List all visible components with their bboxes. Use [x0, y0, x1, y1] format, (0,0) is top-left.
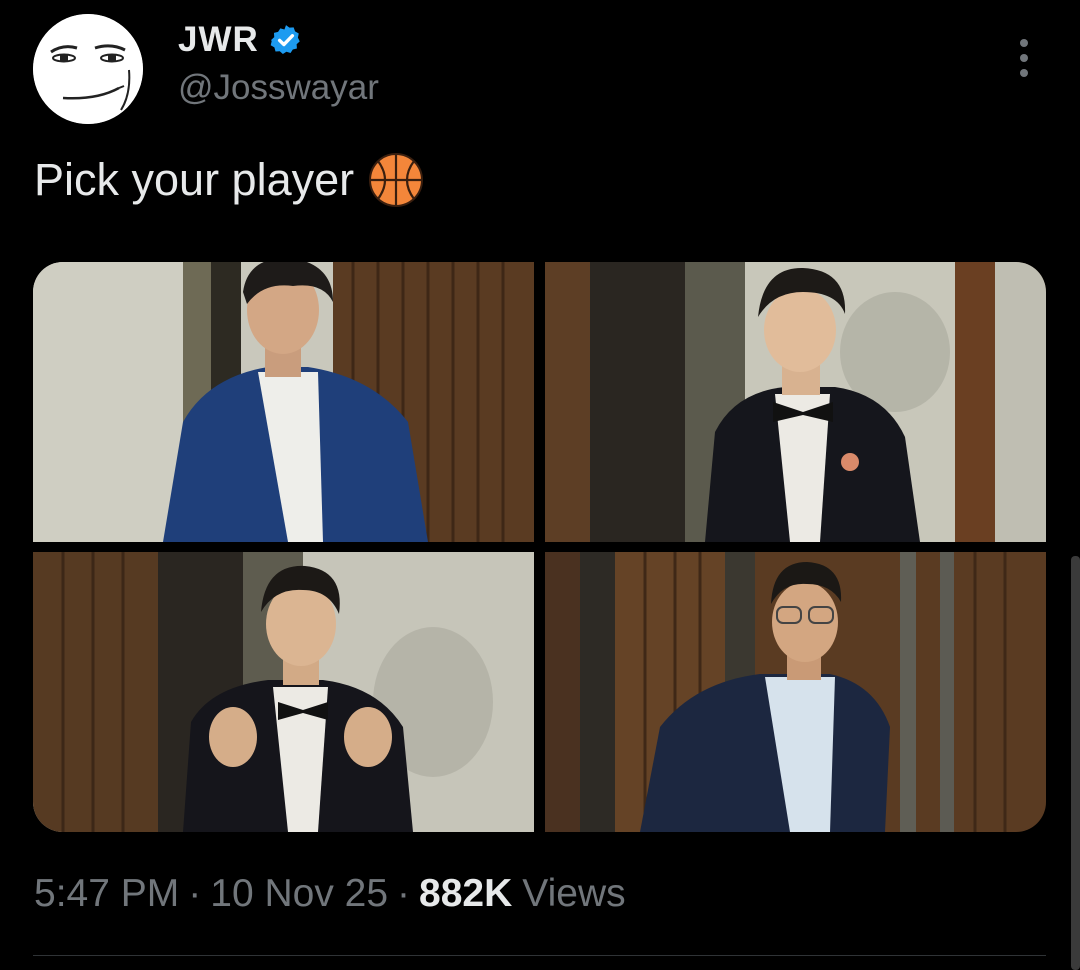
more-dot [1020, 39, 1028, 47]
tweet-body: Pick your player [34, 154, 355, 205]
more-dot [1020, 69, 1028, 77]
media-photo-2[interactable] [545, 262, 1046, 542]
tweet-meta: 5:47 PM · 10 Nov 25 · 882K Views [34, 872, 626, 916]
more-options-icon[interactable] [1008, 36, 1040, 80]
divider [33, 955, 1046, 956]
more-dot [1020, 54, 1028, 62]
views-count[interactable]: 882K [419, 872, 512, 916]
verified-badge-icon [270, 25, 300, 55]
basketball-icon [369, 153, 424, 207]
meme-face-avatar-icon [33, 14, 143, 124]
tweet-time[interactable]: 5:47 PM [34, 872, 179, 916]
media-photo-3[interactable] [33, 552, 534, 832]
meta-separator: · [397, 872, 411, 915]
scrollbar[interactable] [1071, 556, 1080, 970]
meta-separator: · [188, 872, 202, 915]
tweet-date[interactable]: 10 Nov 25 [210, 872, 388, 916]
media-photo-1[interactable] [33, 262, 534, 542]
author-name-row[interactable]: JWR [178, 20, 303, 60]
author-handle[interactable]: @Josswayar [178, 68, 379, 108]
tweet-text: Pick your player [34, 152, 424, 208]
media-grid [33, 262, 1046, 832]
views-label[interactable]: Views [522, 872, 625, 916]
author-display-name[interactable]: JWR [178, 20, 259, 60]
media-photo-4[interactable] [545, 552, 1046, 832]
avatar[interactable] [33, 14, 143, 124]
